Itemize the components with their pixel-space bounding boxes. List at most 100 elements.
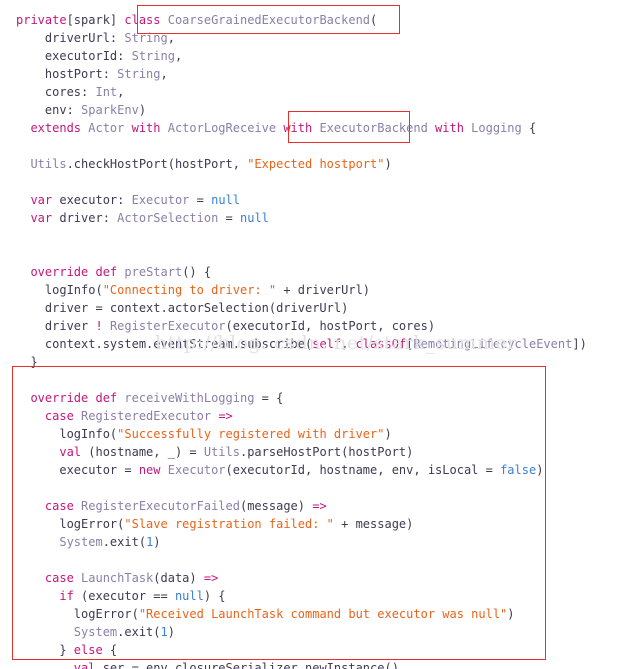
code-token: :: [117, 193, 132, 207]
code-token: Executor: [131, 193, 197, 207]
code-token: RegisterExecutorFailed: [81, 499, 240, 513]
code-line: private[spark] class CoarseGrainedExecut…: [16, 11, 587, 29]
code-token: (executorId, hostPort, cores): [225, 319, 436, 333]
code-line: logError("Slave registration failed: " +…: [16, 515, 587, 533]
code-token: ): [153, 535, 161, 549]
code-line: System.exit(1): [16, 533, 587, 551]
code-token: false: [500, 463, 537, 477]
code-token: "Slave registration failed: ": [124, 517, 334, 531]
code-token: cores: [16, 85, 82, 99]
code-line: Utils.checkHostPort(hostPort, "Expected …: [16, 155, 587, 173]
code-token: ,: [174, 49, 183, 63]
code-token: ): [536, 463, 544, 477]
code-token: (executor ==: [81, 589, 175, 603]
code-line: driver = context.actorSelection(driverUr…: [16, 299, 587, 317]
code-token: ): [138, 103, 147, 117]
code-token: {: [109, 643, 118, 657]
code-token: driverUrl: [16, 31, 110, 45]
code-token: with: [283, 121, 320, 135]
code-token: env: [16, 103, 67, 117]
code-token: (message): [239, 499, 313, 513]
code-token: =>: [203, 571, 219, 585]
code-token: executor: [59, 193, 118, 207]
code-token: "Received LaunchTask command but executo…: [138, 607, 508, 621]
code-line: if (executor == null) {: [16, 587, 587, 605]
code-token: (: [370, 13, 378, 27]
code-token: ActorSelection: [117, 211, 226, 225]
code-token: new: [138, 463, 168, 477]
code-token: logInfo(: [16, 283, 103, 297]
code-token: RegisteredExecutor: [81, 409, 219, 423]
code-line: val ser = env.closureSerializer.newInsta…: [16, 659, 587, 669]
code-token: = env.closureSerializer.newInstance(): [131, 661, 399, 669]
code-line: override def receiveWithLogging = {: [16, 389, 587, 407]
code-token: hostPort: [16, 67, 103, 81]
code-token: 1: [160, 625, 168, 639]
code-token: driver: [59, 211, 103, 225]
code-token: :: [109, 31, 125, 45]
code-token: logInfo(: [16, 427, 118, 441]
code-token: receiveWithLogging: [124, 391, 262, 405]
code-token: {: [528, 121, 537, 135]
code-token: }: [16, 643, 74, 657]
code-token: ): [384, 427, 392, 441]
code-token: ,: [160, 67, 168, 81]
code-token: val: [16, 445, 89, 459]
code-token: driver: [16, 319, 96, 333]
code-token: System: [16, 535, 103, 549]
code-token: .parseHostPort(hostPort): [239, 445, 414, 459]
code-token: ) {: [203, 589, 226, 603]
code-line: driverUrl: String,: [16, 29, 587, 47]
code-token: RegisterExecutor: [109, 319, 226, 333]
code-token: ): [507, 607, 515, 621]
code-token: def: [95, 265, 125, 279]
code-token: case: [16, 499, 82, 513]
code-line: case RegisterExecutorFailed(message) =>: [16, 497, 587, 515]
code-line: var driver: ActorSelection = null: [16, 209, 587, 227]
code-token: Executor: [167, 463, 226, 477]
code-token: .checkHostPort(: [66, 157, 175, 171]
code-token: val: [16, 661, 103, 669]
code-token: class: [124, 13, 168, 27]
code-line: executor = new Executor(executorId, host…: [16, 461, 587, 479]
code-token: var: [16, 193, 60, 207]
code-token: preStart: [124, 265, 183, 279]
code-token: extends: [16, 121, 89, 135]
code-token: def: [95, 391, 125, 405]
code-token: "Expected hostport": [247, 157, 385, 171]
code-token: null: [211, 193, 240, 207]
code-line: logInfo("Successfully registered with dr…: [16, 425, 587, 443]
code-token: ): [167, 625, 175, 639]
code-token: ,: [167, 31, 175, 45]
code-token: with: [435, 121, 472, 135]
code-token: !: [95, 319, 110, 333]
code-line: override def preStart() {: [16, 263, 587, 281]
code-token: case: [16, 571, 82, 585]
code-token: [spark]: [66, 13, 125, 27]
code-line: var executor: Executor = null: [16, 191, 587, 209]
code-line: case LaunchTask(data) =>: [16, 569, 587, 587]
code-token: ): [384, 157, 392, 171]
code-token: }: [16, 355, 38, 369]
code-token: SparkEnv: [81, 103, 139, 117]
code-token: String: [124, 31, 168, 45]
code-token: Utils: [203, 445, 240, 459]
code-token: .exit(: [102, 535, 147, 549]
code-token: :: [81, 85, 96, 99]
code-token: driver = context.actorSelection(driverUr…: [16, 301, 349, 315]
code-token: () {: [182, 265, 212, 279]
code-token: ExecutorBackend: [319, 121, 436, 135]
code-line: logInfo("Connecting to driver: " + drive…: [16, 281, 587, 299]
code-line: System.exit(1): [16, 623, 587, 641]
code-token: System: [16, 625, 118, 639]
code-token: :: [66, 103, 82, 117]
code-token: with: [131, 121, 168, 135]
code-token: "Successfully registered with driver": [117, 427, 385, 441]
code-token: ser: [102, 661, 132, 669]
